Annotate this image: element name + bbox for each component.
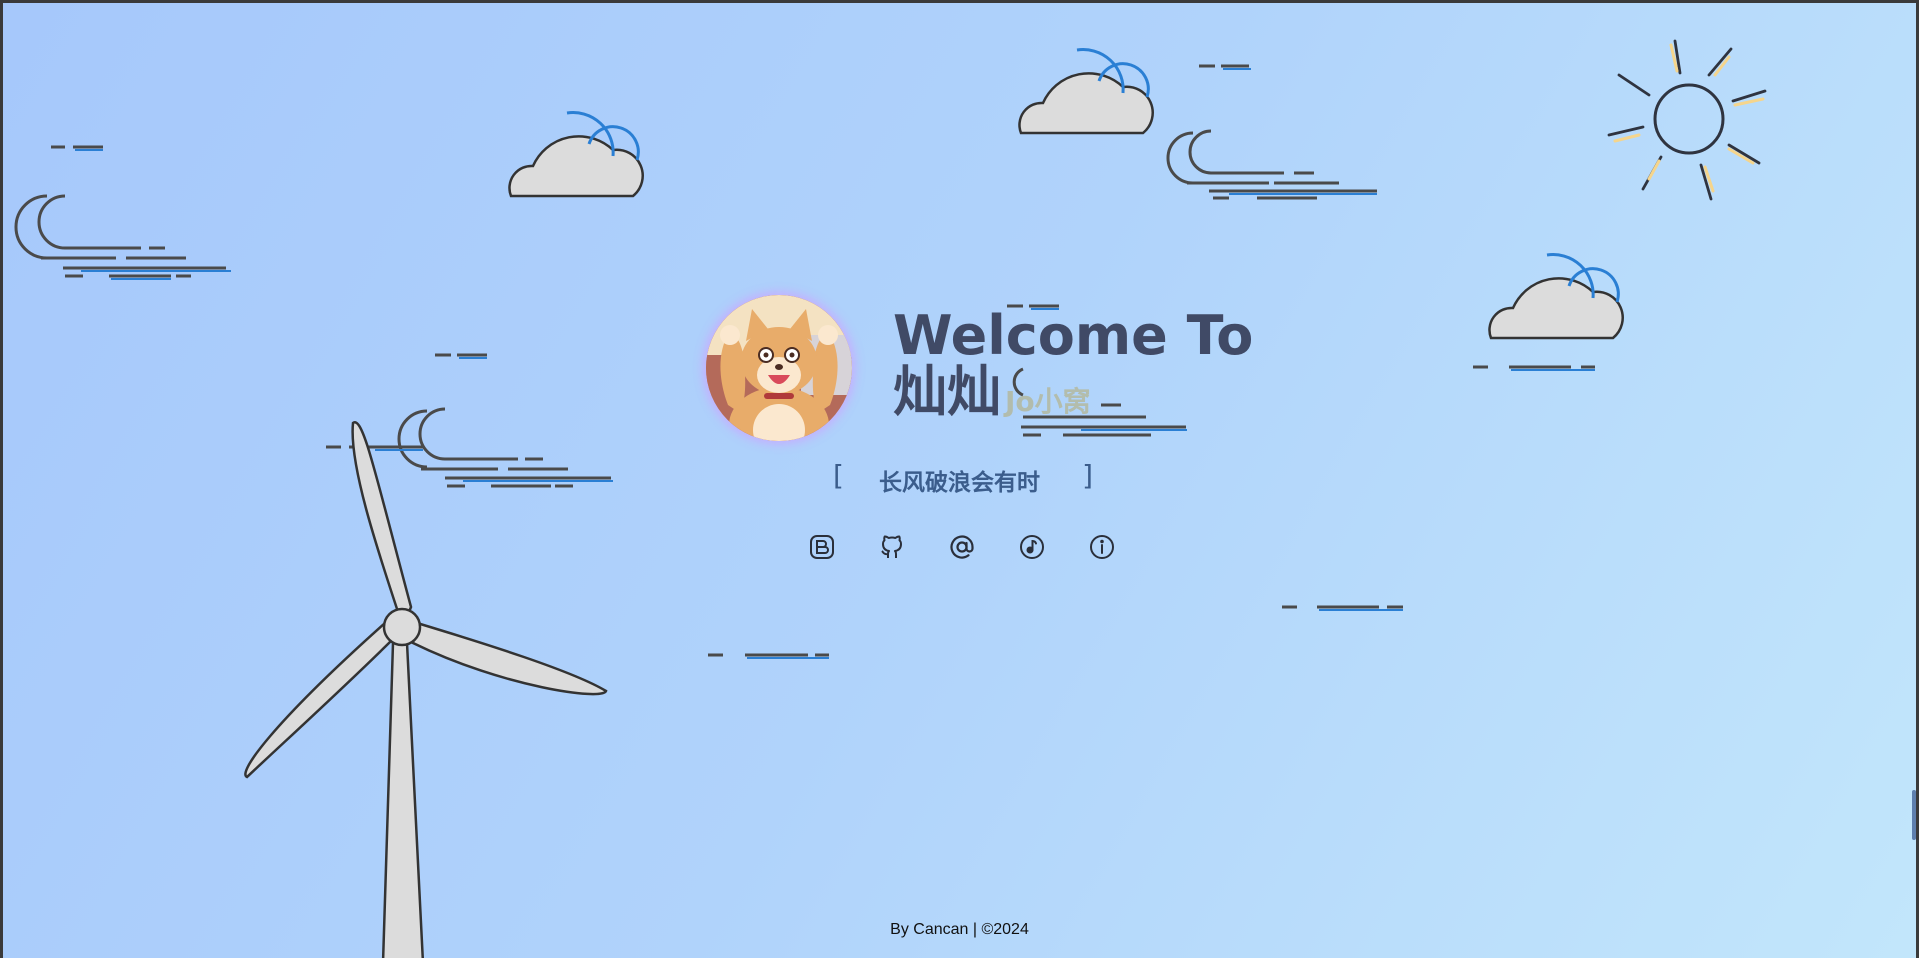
landing-page: Welcome To 灿灿 Jo小窝 [ 长风破浪会有时 ] By Cancan… xyxy=(3,3,1916,958)
music-icon[interactable] xyxy=(1016,531,1048,563)
blog-icon[interactable] xyxy=(806,531,838,563)
avatar xyxy=(706,295,852,441)
hero-title-line1: Welcome To xyxy=(893,304,1254,367)
windmill-illustration xyxy=(244,421,608,958)
hero-title-ghost-text: Jo小窝 xyxy=(1005,385,1091,418)
hero-title-line2: 灿灿 xyxy=(893,360,1001,423)
footer-copyright: By Cancan | ©2024 xyxy=(890,921,1029,938)
cloud-icon xyxy=(1018,48,1154,135)
motto-close-bracket: ] xyxy=(1082,459,1093,492)
sun-icon xyxy=(1607,39,1767,201)
cloud-icon xyxy=(1488,253,1624,340)
hero-title-line2-wrap: 灿灿 Jo小窝 xyxy=(887,364,1091,420)
scrollbar-thumb[interactable] xyxy=(1912,790,1916,840)
email-icon[interactable] xyxy=(946,531,978,563)
motto: [ 长风破浪会有时 ] xyxy=(833,459,1093,496)
motto-open-bracket: [ xyxy=(833,459,844,492)
avatar-shiba-image xyxy=(706,295,852,441)
info-icon[interactable] xyxy=(1086,531,1118,563)
motto-text: 长风破浪会有时 xyxy=(879,470,1040,496)
cloud-icon xyxy=(508,111,644,198)
github-icon[interactable] xyxy=(876,531,908,563)
hero-title: Welcome To 灿灿 Jo小窝 xyxy=(887,304,1254,420)
